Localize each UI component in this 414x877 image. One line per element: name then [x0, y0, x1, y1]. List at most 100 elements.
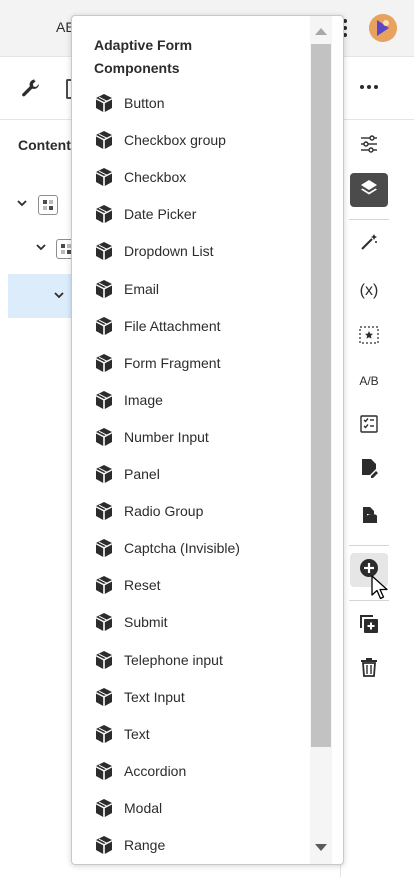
- component-item-label: Accordion: [124, 762, 187, 779]
- popover-heading: Adaptive Form Components: [94, 37, 193, 76]
- component-item-label: Date Picker: [124, 206, 197, 223]
- wrench-icon[interactable]: [20, 77, 42, 104]
- ab-test-icon: A/B: [359, 374, 379, 388]
- component-cube-icon: [94, 501, 114, 521]
- layers-button[interactable]: [350, 173, 388, 207]
- component-cube-icon: [94, 612, 114, 632]
- duplicate-icon: [359, 614, 379, 639]
- component-item-label: Panel: [124, 466, 160, 482]
- document-edit-icon: [360, 458, 378, 483]
- chevron-down-icon[interactable]: [17, 198, 27, 210]
- component-item[interactable]: Checkbox: [94, 162, 186, 192]
- component-cube-icon: [94, 204, 114, 224]
- component-item[interactable]: Telephone input: [94, 645, 223, 675]
- components-popover: Adaptive Form Components Button Checkbox …: [71, 15, 344, 865]
- duplicate-button[interactable]: [350, 609, 388, 643]
- component-cube-icon: [94, 130, 114, 150]
- tree-row-root[interactable]: [0, 192, 70, 218]
- component-cube-icon: [94, 390, 114, 410]
- component-item[interactable]: Panel: [94, 459, 160, 489]
- component-item[interactable]: Radio Group: [94, 496, 203, 526]
- component-cube-icon: [94, 538, 114, 558]
- component-cube-icon: [94, 279, 114, 299]
- component-cube-icon: [94, 724, 114, 744]
- database-doc-icon: [360, 505, 378, 530]
- right-rail: (x) A/B: [340, 120, 414, 877]
- tab-content[interactable]: Content: [18, 137, 71, 153]
- scroll-up-arrow-icon[interactable]: [315, 28, 327, 35]
- more-horizontal-icon[interactable]: [360, 85, 378, 89]
- scroll-down-arrow-icon[interactable]: [315, 844, 327, 851]
- component-item[interactable]: Button: [94, 88, 164, 118]
- ab-test-button[interactable]: A/B: [350, 364, 388, 398]
- rail-divider: [349, 545, 389, 546]
- component-cube-icon: [94, 575, 114, 595]
- component-item[interactable]: Captcha (Invisible): [94, 533, 240, 563]
- variables-button[interactable]: (x): [350, 274, 388, 308]
- placeholder-button[interactable]: [350, 320, 388, 354]
- form-container-icon: [38, 195, 58, 215]
- component-cube-icon: [94, 798, 114, 818]
- scrollbar-thumb[interactable]: [311, 44, 331, 747]
- component-item[interactable]: Range: [94, 830, 165, 860]
- component-item-label: Text Input: [124, 688, 185, 705]
- checklist-button[interactable]: [350, 409, 388, 443]
- component-item[interactable]: Email: [94, 274, 159, 304]
- avatar[interactable]: [369, 14, 397, 42]
- component-item-label: Modal: [124, 799, 163, 816]
- layers-icon: [359, 178, 379, 203]
- magic-wand-icon: [359, 232, 379, 257]
- edit-document-button[interactable]: [350, 453, 388, 487]
- component-item-label: Captcha (Invisible): [124, 540, 240, 557]
- component-item-label: Checkbox: [124, 169, 187, 186]
- rail-divider: [349, 219, 389, 220]
- trash-icon: [360, 657, 378, 682]
- sliders-icon: [359, 134, 379, 158]
- tree-row-child[interactable]: [0, 236, 76, 262]
- properties-button[interactable]: [350, 129, 388, 163]
- component-cube-icon: [94, 167, 114, 187]
- component-item-label: Telephone input: [124, 651, 223, 668]
- variables-icon: (x): [359, 282, 379, 299]
- mouse-pointer-icon: [371, 575, 389, 606]
- data-source-button[interactable]: [350, 500, 388, 534]
- component-item[interactable]: Submit: [94, 607, 168, 637]
- component-item[interactable]: Accordion: [94, 756, 186, 786]
- component-item[interactable]: Reset: [94, 570, 161, 600]
- component-item[interactable]: Text: [94, 719, 150, 749]
- component-cube-icon: [94, 761, 114, 781]
- chevron-down-icon[interactable]: [36, 242, 46, 254]
- component-item[interactable]: Modal: [94, 793, 162, 823]
- component-item-label: Submit: [124, 614, 168, 631]
- component-item-label: Number Input: [124, 428, 209, 445]
- checklist-icon: [360, 414, 378, 438]
- component-item[interactable]: File Attachment: [94, 311, 221, 341]
- component-item-label: Checkbox group: [124, 132, 226, 149]
- component-item-label: Image: [124, 391, 163, 408]
- component-cube-icon: [94, 316, 114, 336]
- component-item-label: Radio Group: [124, 503, 204, 520]
- component-item[interactable]: Dropdown List: [94, 236, 214, 266]
- component-item-label: Dropdown List: [124, 243, 214, 260]
- star-box-icon: [359, 325, 379, 349]
- component-cube-icon: [94, 353, 114, 373]
- component-item[interactable]: Checkbox group: [94, 125, 226, 155]
- magic-wand-button[interactable]: [350, 227, 388, 261]
- component-cube-icon: [94, 427, 114, 447]
- component-item[interactable]: Form Fragment: [94, 348, 220, 378]
- component-item-label: File Attachment: [124, 317, 221, 334]
- component-item[interactable]: Text Input: [94, 682, 185, 712]
- tree-row-selected[interactable]: [8, 274, 78, 318]
- component-item-label: Button: [124, 95, 165, 111]
- component-item[interactable]: Date Picker: [94, 199, 196, 229]
- component-item[interactable]: Number Input: [94, 422, 209, 452]
- delete-button[interactable]: [350, 652, 388, 686]
- component-item-label: Email: [124, 280, 160, 297]
- component-item-label: Form Fragment: [124, 354, 221, 371]
- component-cube-icon: [94, 464, 114, 484]
- component-cube-icon: [94, 241, 114, 261]
- component-cube-icon: [94, 687, 114, 707]
- chevron-down-icon[interactable]: [54, 290, 64, 302]
- component-cube-icon: [94, 650, 114, 670]
- component-item[interactable]: Image: [94, 385, 163, 415]
